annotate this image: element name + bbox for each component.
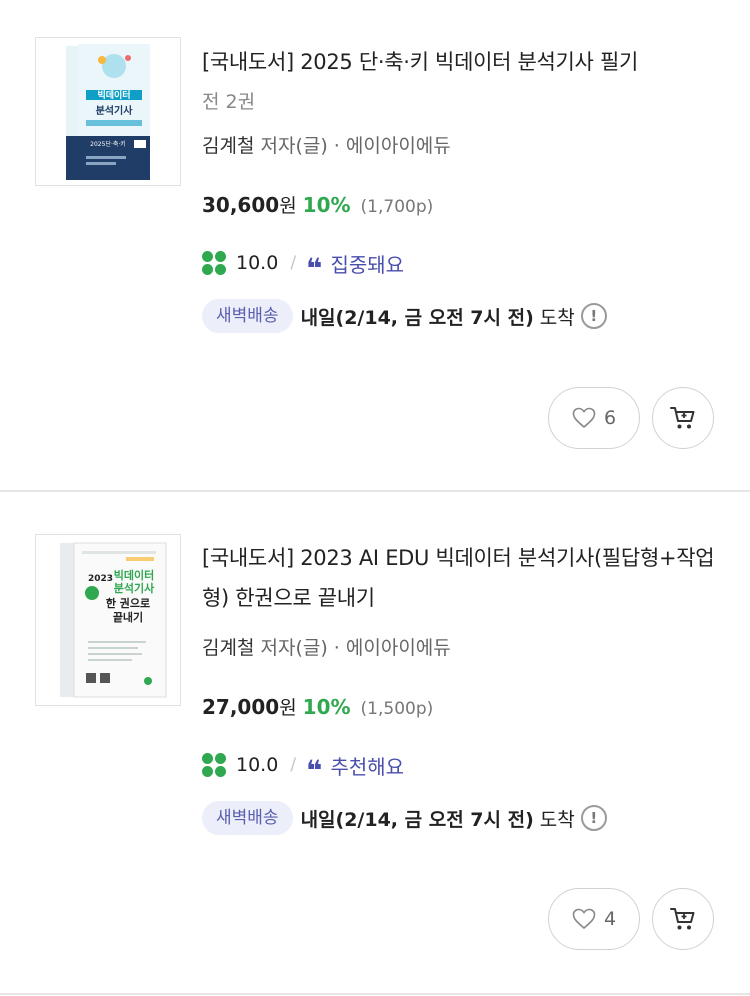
like-count: 4 [603,908,617,930]
svg-text:2025단·축·키: 2025단·축·키 [90,140,126,148]
delivery-date: 내일(2/14, 금 오전 7시 전) [300,306,534,329]
like-button[interactable]: 4 [548,888,640,950]
separator: / [290,253,297,273]
rating-row: 10.0 / ❝ 추천해요 [202,751,722,785]
cart-icon [670,908,695,930]
delivery-badge: 새벽배송 [202,801,293,835]
svg-text:한 권으로: 한 권으로 [106,596,150,610]
heart-icon [572,908,596,930]
reward-points: (1,500p) [360,699,434,719]
reward-points: (1,700p) [360,197,434,217]
like-count: 6 [603,407,617,429]
currency-unit: 원 [279,195,297,217]
svg-text:분석기사: 분석기사 [114,581,155,595]
info-icon[interactable]: ! [580,303,607,329]
currency-unit: 원 [279,697,297,719]
add-to-cart-button[interactable] [652,387,714,449]
delivery-row: 새벽배송 내일(2/14, 금 오전 7시 전) 도착 ! [202,299,722,333]
product-actions: 4 [548,888,714,950]
divider [0,490,750,492]
product-title[interactable]: [국내도서] 2025 단·축·키 빅데이터 분석기사 필기 [202,42,722,82]
quote-icon: ❝ [306,754,323,787]
add-to-cart-button[interactable] [652,888,714,950]
separator: / [290,755,297,775]
author-role-publisher: 저자(글) · 에이아이에듀 [254,135,451,157]
delivery-badge: 새벽배송 [202,299,293,333]
svg-text:분석기사: 분석기사 [96,104,134,117]
info-icon[interactable]: ! [580,805,607,831]
discount-rate: 10% [302,193,351,217]
rating-score: 10.0 [236,754,279,776]
volume-count: 전 2권 [202,91,256,113]
clover-icon [202,251,226,275]
product-card[interactable]: 빅데이터 분석기사 2025단·축·키 [국내도서] 2025 단·축·키 빅데… [0,0,750,502]
product-title[interactable]: [국내도서] 2023 AI EDU 빅데이터 분석기사(필답형+작업형) 한권… [202,538,722,618]
price: 27,000 [202,695,280,719]
discount-rate: 10% [302,695,351,719]
like-button[interactable]: 6 [548,387,640,449]
svg-text:빅데이터: 빅데이터 [114,568,154,582]
author-line: 김계철 저자(글) · 에이아이에듀 [202,634,722,662]
author-name[interactable]: 김계철 [202,135,254,157]
cart-icon [670,407,695,429]
product-card[interactable]: 2023 빅데이터 분석기사 한 권으로 끝내기 [국내도서] 2023 AI … [0,502,750,996]
clover-icon [202,753,226,777]
svg-text:2023: 2023 [88,574,113,584]
svg-text:끝내기: 끝내기 [113,610,143,624]
book-cover-image[interactable]: 빅데이터 분석기사 2025단·축·키 [35,37,181,186]
divider [0,993,750,995]
arrival-label: 도착 [539,808,575,831]
author-line: 김계철 저자(글) · 에이아이에듀 [202,132,722,160]
svg-text:빅데이터: 빅데이터 [97,89,130,101]
heart-icon [572,407,596,429]
product-actions: 6 [548,387,714,449]
book-cover-image[interactable]: 2023 빅데이터 분석기사 한 권으로 끝내기 [35,534,181,706]
price-row: 27,000 원 10% (1,500p) [202,693,722,723]
quote-icon: ❝ [306,252,323,285]
delivery-row: 새벽배송 내일(2/14, 금 오전 7시 전) 도착 ! [202,801,722,835]
price-row: 30,600 원 10% (1,700p) [202,191,722,221]
rating-row: 10.0 / ❝ 집중돼요 [202,249,722,283]
review-keyword: 집중돼요 [330,252,405,277]
product-info: [국내도서] 2023 AI EDU 빅데이터 분석기사(필답형+작업형) 한권… [202,502,722,835]
delivery-date: 내일(2/14, 금 오전 7시 전) [300,808,534,831]
author-name[interactable]: 김계철 [202,637,254,659]
review-keyword: 추천해요 [330,754,405,779]
rating-score: 10.0 [236,252,279,274]
product-info: [국내도서] 2025 단·축·키 빅데이터 분석기사 필기 전 2권 김계철 … [202,0,722,333]
arrival-label: 도착 [539,306,575,329]
price: 30,600 [202,193,280,217]
author-role-publisher: 저자(글) · 에이아이에듀 [254,637,451,659]
